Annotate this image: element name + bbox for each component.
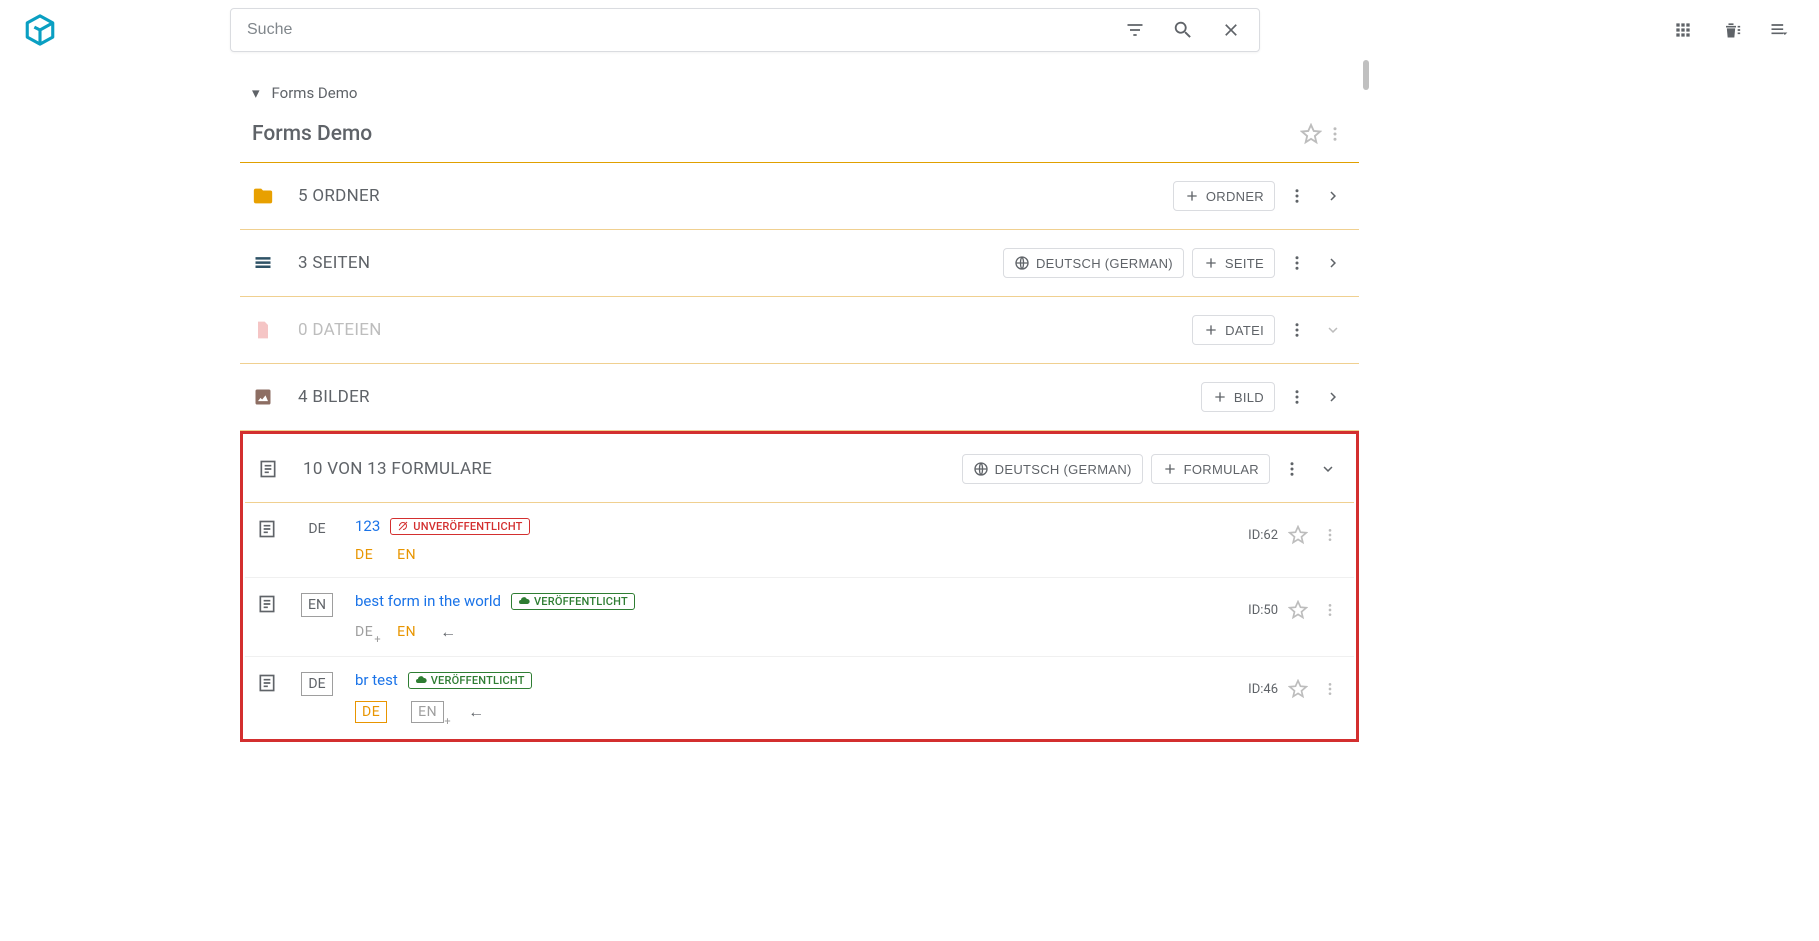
lang-en[interactable]: EN bbox=[397, 624, 416, 640]
add-folder-button[interactable]: ORDNER bbox=[1173, 181, 1275, 211]
add-form-button[interactable]: FORMULAR bbox=[1151, 454, 1270, 484]
search-box bbox=[230, 8, 1260, 52]
section-folders: 5 ORDNER ORDNER bbox=[240, 163, 1359, 230]
page-title: Forms Demo bbox=[252, 122, 1299, 146]
arrow-left-icon[interactable]: ← bbox=[440, 622, 456, 642]
chevron-right-icon[interactable] bbox=[1319, 182, 1347, 210]
breadcrumb-label: Forms Demo bbox=[272, 84, 358, 102]
lang-en[interactable]: EN bbox=[397, 547, 416, 563]
favorite-star-icon[interactable] bbox=[1286, 598, 1310, 622]
form-row[interactable]: DE br test VERÖFFENTLICHT DE EN+ ← ID:46 bbox=[245, 657, 1354, 737]
section-forms: 10 VON 13 FORMULARE DEUTSCH (GERMAN) FOR… bbox=[245, 436, 1354, 503]
form-icon bbox=[257, 673, 279, 695]
section-images: 4 BILDER BILD bbox=[240, 364, 1359, 431]
file-icon bbox=[252, 319, 274, 341]
lang-de[interactable]: DE bbox=[355, 547, 373, 563]
form-id: ID:50 bbox=[1248, 603, 1278, 618]
breadcrumb-caret-icon: ▾ bbox=[252, 84, 260, 102]
lang-de[interactable]: DE bbox=[355, 701, 387, 723]
form-id: ID:62 bbox=[1248, 528, 1278, 543]
pages-icon bbox=[252, 252, 274, 274]
chevron-down-icon[interactable] bbox=[1314, 455, 1342, 483]
filter-icon[interactable] bbox=[1115, 10, 1155, 50]
lang-en[interactable]: EN+ bbox=[411, 701, 444, 723]
more-icon[interactable] bbox=[1283, 249, 1311, 277]
form-title-link[interactable]: best form in the world bbox=[355, 592, 501, 610]
form-icon bbox=[257, 594, 279, 616]
favorite-star-icon[interactable] bbox=[1286, 523, 1310, 547]
close-icon[interactable] bbox=[1211, 10, 1251, 50]
section-title-forms: 10 VON 13 FORMULARE bbox=[303, 459, 938, 479]
form-title-link[interactable]: br test bbox=[355, 671, 398, 689]
search-input[interactable] bbox=[247, 21, 1115, 39]
form-title-link[interactable]: 123 bbox=[355, 517, 380, 535]
wastebin-icon[interactable] bbox=[1711, 10, 1751, 50]
apps-icon[interactable] bbox=[1663, 10, 1703, 50]
breadcrumb[interactable]: ▾ Forms Demo bbox=[240, 60, 1359, 110]
form-row[interactable]: DE 123 UNVERÖFFENTLICHT DE EN ID:62 bbox=[245, 503, 1354, 578]
section-pages: 3 SEITEN DEUTSCH (GERMAN) SEITE bbox=[240, 230, 1359, 297]
section-title-files: 0 DATEIEN bbox=[298, 320, 1168, 340]
status-unpublished-badge: UNVERÖFFENTLICHT bbox=[390, 518, 529, 535]
form-icon bbox=[257, 519, 279, 541]
title-row: Forms Demo bbox=[240, 110, 1359, 163]
more-icon[interactable] bbox=[1318, 523, 1342, 547]
section-title-folders: 5 ORDNER bbox=[298, 186, 1149, 206]
form-row[interactable]: EN best form in the world VERÖFFENTLICHT… bbox=[245, 578, 1354, 657]
chevron-down-icon[interactable] bbox=[1319, 316, 1347, 344]
more-icon[interactable] bbox=[1318, 677, 1342, 701]
chevron-right-icon[interactable] bbox=[1319, 383, 1347, 411]
language-selector[interactable]: DEUTSCH (GERMAN) bbox=[1003, 248, 1184, 278]
more-icon[interactable] bbox=[1283, 383, 1311, 411]
queue-icon[interactable] bbox=[1759, 10, 1799, 50]
more-icon[interactable] bbox=[1283, 316, 1311, 344]
favorite-star-icon[interactable] bbox=[1286, 677, 1310, 701]
image-icon bbox=[252, 386, 274, 408]
chevron-right-icon[interactable] bbox=[1319, 249, 1347, 277]
app-logo bbox=[20, 10, 60, 50]
section-files: 0 DATEIEN DATEI bbox=[240, 297, 1359, 364]
form-icon bbox=[257, 458, 279, 480]
form-id: ID:46 bbox=[1248, 682, 1278, 697]
add-image-button[interactable]: BILD bbox=[1201, 382, 1275, 412]
section-title-pages: 3 SEITEN bbox=[298, 253, 979, 273]
form-lang: DE bbox=[301, 672, 333, 696]
form-lang: DE bbox=[301, 518, 333, 540]
form-lang: EN bbox=[301, 593, 333, 617]
more-icon[interactable] bbox=[1323, 122, 1347, 146]
add-file-button[interactable]: DATEI bbox=[1192, 315, 1275, 345]
favorite-star-icon[interactable] bbox=[1299, 122, 1323, 146]
more-icon[interactable] bbox=[1283, 182, 1311, 210]
search-icon[interactable] bbox=[1163, 10, 1203, 50]
status-published-badge: VERÖFFENTLICHT bbox=[511, 593, 635, 610]
content-area: ▾ Forms Demo Forms Demo 5 ORDNER ORDNER … bbox=[240, 60, 1359, 742]
folder-icon bbox=[252, 185, 274, 207]
section-title-images: 4 BILDER bbox=[298, 387, 1177, 407]
top-bar bbox=[0, 0, 1819, 60]
language-selector[interactable]: DEUTSCH (GERMAN) bbox=[962, 454, 1143, 484]
status-published-badge: VERÖFFENTLICHT bbox=[408, 672, 532, 689]
arrow-left-icon[interactable]: ← bbox=[468, 702, 484, 722]
scrollbar[interactable] bbox=[1363, 60, 1369, 90]
more-icon[interactable] bbox=[1278, 455, 1306, 483]
add-page-button[interactable]: SEITE bbox=[1192, 248, 1275, 278]
more-icon[interactable] bbox=[1318, 598, 1342, 622]
lang-de[interactable]: DE+ bbox=[355, 624, 373, 640]
highlight-forms-section: 10 VON 13 FORMULARE DEUTSCH (GERMAN) FOR… bbox=[240, 431, 1359, 742]
